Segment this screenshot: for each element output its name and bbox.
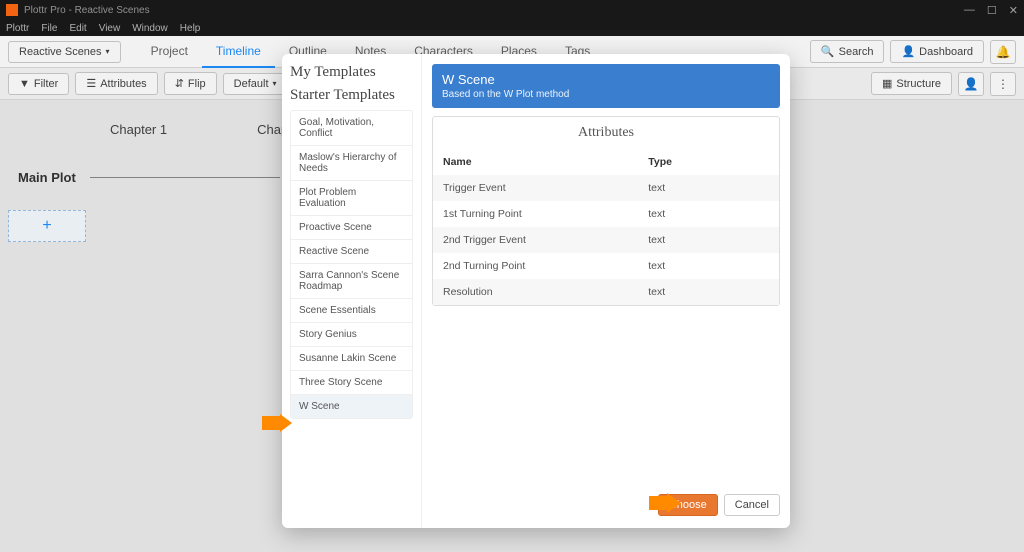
attr-type: text [648, 234, 769, 246]
modal-footer: Choose Cancel [432, 488, 780, 518]
template-item[interactable]: Goal, Motivation, Conflict [291, 111, 412, 146]
template-sidebar: My Templates Starter Templates Goal, Mot… [282, 54, 422, 528]
col-type: Type [648, 156, 769, 168]
template-item[interactable]: Scene Essentials [291, 299, 412, 323]
template-item[interactable]: Susanne Lakin Scene [291, 347, 412, 371]
template-item[interactable]: Three Story Scene [291, 371, 412, 395]
attr-name: 1st Turning Point [443, 208, 648, 220]
attr-type: text [648, 182, 769, 194]
template-item[interactable]: Sarra Cannon's Scene Roadmap [291, 264, 412, 299]
my-templates-heading: My Templates [290, 64, 413, 81]
attributes-panel: Attributes Name Type Trigger Event text … [432, 116, 780, 306]
attributes-header-row: Name Type [433, 149, 779, 175]
attribute-row: Trigger Event text [433, 175, 779, 201]
attr-name: Trigger Event [443, 182, 648, 194]
attr-name: 2nd Turning Point [443, 260, 648, 272]
template-description: Based on the W Plot method [442, 89, 770, 100]
attr-name: 2nd Trigger Event [443, 234, 648, 246]
template-modal: My Templates Starter Templates Goal, Mot… [282, 54, 790, 528]
attribute-row: Resolution text [433, 279, 779, 305]
attribute-row: 2nd Turning Point text [433, 253, 779, 279]
attributes-title: Attributes [433, 117, 779, 149]
tutorial-arrow-template [262, 414, 292, 432]
template-header: W Scene Based on the W Plot method [432, 64, 780, 108]
template-name: W Scene [442, 72, 770, 87]
starter-templates-heading: Starter Templates [290, 87, 413, 104]
attr-type: text [648, 208, 769, 220]
template-item[interactable]: Plot Problem Evaluation [291, 181, 412, 216]
template-item[interactable]: Reactive Scene [291, 240, 412, 264]
attr-name: Resolution [443, 286, 648, 298]
col-name: Name [443, 156, 648, 168]
cancel-button[interactable]: Cancel [724, 494, 780, 516]
template-item[interactable]: Proactive Scene [291, 216, 412, 240]
template-detail: W Scene Based on the W Plot method Attri… [422, 54, 790, 528]
attr-type: text [648, 286, 769, 298]
tutorial-arrow-choose [649, 493, 681, 513]
template-item[interactable]: Story Genius [291, 323, 412, 347]
template-item[interactable]: Maslow's Hierarchy of Needs [291, 146, 412, 181]
attribute-row: 1st Turning Point text [433, 201, 779, 227]
template-list: Goal, Motivation, Conflict Maslow's Hier… [290, 110, 413, 419]
attr-type: text [648, 260, 769, 272]
attribute-row: 2nd Trigger Event text [433, 227, 779, 253]
template-item-selected[interactable]: W Scene [291, 395, 412, 418]
